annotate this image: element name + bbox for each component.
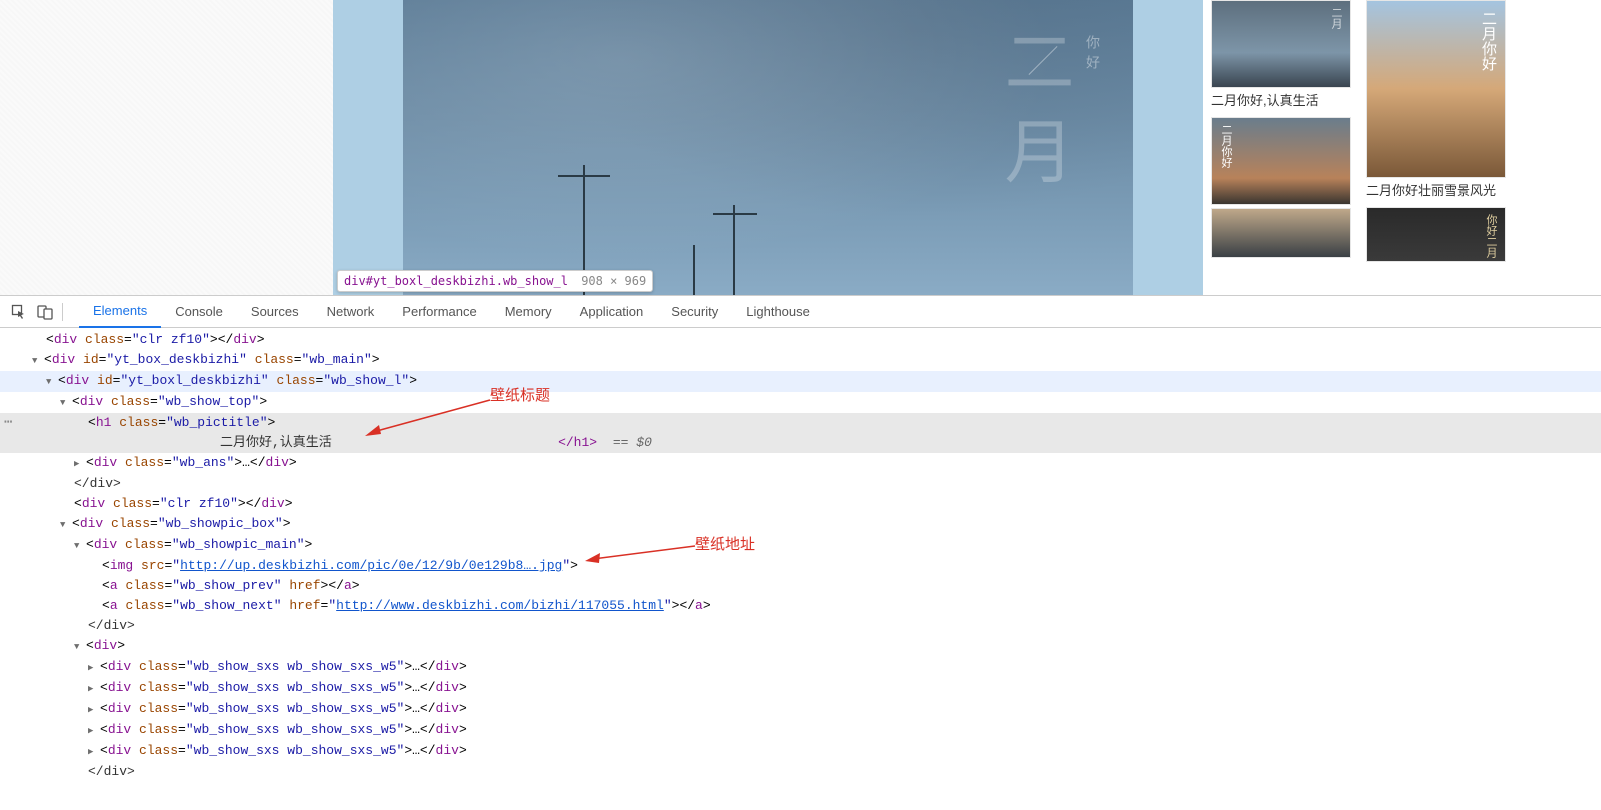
- expand-arrow-icon[interactable]: [88, 678, 100, 699]
- dom-line[interactable]: <img src="http://up.deskbizhi.com/pic/0e…: [0, 556, 1601, 576]
- dom-line[interactable]: <a class="wb_show_next" href="http://www…: [0, 596, 1601, 616]
- image-text-big: 二月: [982, 25, 1083, 205]
- devtools-panel: Elements Console Sources Network Perform…: [0, 295, 1601, 810]
- thumb-label: 二月你好壮丽雪景风光: [1366, 181, 1506, 204]
- sidebar-thumbs: 二月 二月你好,认真生活 二月你好 二月你好 二月你好壮丽雪景风光 你好二月: [1203, 0, 1601, 295]
- expand-arrow-icon[interactable]: [60, 392, 72, 413]
- elements-tree[interactable]: <div class="clr zf10"></div> <div id="yt…: [0, 328, 1601, 810]
- wallpaper-main-image[interactable]: 你好 二月: [403, 0, 1133, 295]
- tab-elements[interactable]: Elements: [79, 296, 161, 328]
- dom-line[interactable]: <div id="yt_box_deskbizhi" class="wb_mai…: [0, 350, 1601, 371]
- img-src-link[interactable]: http://up.deskbizhi.com/pic/0e/12/9b/0e1…: [180, 558, 562, 573]
- expand-arrow-icon[interactable]: [74, 636, 86, 657]
- image-text-small: 你好: [1083, 35, 1103, 75]
- dom-line[interactable]: <div class="wb_show_sxs wb_show_sxs_w5">…: [0, 720, 1601, 741]
- expand-arrow-icon[interactable]: [88, 720, 100, 741]
- thumb-item[interactable]: 二月: [1211, 0, 1351, 88]
- thumb-label: 二月你好,认真生活: [1211, 91, 1351, 114]
- page-left-blank: [0, 0, 333, 295]
- dom-line[interactable]: <div class="clr zf10"></div>: [0, 494, 1601, 514]
- dom-line[interactable]: <div class="wb_show_sxs wb_show_sxs_w5">…: [0, 678, 1601, 699]
- thumb-cn-text: 二月你好: [1478, 11, 1499, 71]
- dom-line-hovered[interactable]: ⋯<h1 class="wb_pictitle">: [0, 413, 1601, 433]
- tab-console[interactable]: Console: [161, 296, 237, 328]
- inspect-element-icon[interactable]: [6, 299, 32, 325]
- dom-line[interactable]: <a class="wb_show_prev" href></a>: [0, 576, 1601, 596]
- tab-network[interactable]: Network: [313, 296, 389, 328]
- dom-line[interactable]: <div class="wb_showpic_box">: [0, 514, 1601, 535]
- dom-line[interactable]: </div>: [0, 762, 1601, 782]
- thumb-cn-text: 二月: [1328, 7, 1344, 29]
- tab-performance[interactable]: Performance: [388, 296, 490, 328]
- dom-line[interactable]: <div class="clr zf10"></div>: [0, 330, 1601, 350]
- ellipsis-gutter-icon: ⋯: [4, 413, 12, 433]
- devtools-toolbar: Elements Console Sources Network Perform…: [0, 296, 1601, 328]
- thumb-item[interactable]: 二月你好: [1366, 0, 1506, 178]
- main-image-container: 你好 二月: [333, 0, 1203, 295]
- expand-arrow-icon[interactable]: [32, 350, 44, 371]
- tab-security[interactable]: Security: [657, 296, 732, 328]
- expand-arrow-icon[interactable]: [74, 535, 86, 556]
- device-toggle-icon[interactable]: [32, 299, 58, 325]
- element-inspect-tooltip: div#yt_boxl_deskbizhi.wb_show_l 908 × 96…: [337, 270, 653, 292]
- thumb-cn-text: 你好二月: [1483, 214, 1499, 258]
- tab-application[interactable]: Application: [566, 296, 658, 328]
- a-href-link[interactable]: http://www.deskbizhi.com/bizhi/117055.ht…: [336, 598, 664, 613]
- devtools-tabs: Elements Console Sources Network Perform…: [79, 296, 824, 328]
- tooltip-selector: div#yt_boxl_deskbizhi.wb_show_l: [344, 274, 568, 288]
- thumb-cn-text: 二月你好: [1218, 124, 1234, 168]
- dom-line[interactable]: </div>: [0, 616, 1601, 636]
- dom-line[interactable]: <div class="wb_ans">…</div>: [0, 453, 1601, 474]
- tab-lighthouse[interactable]: Lighthouse: [732, 296, 824, 328]
- dom-text-node[interactable]: 二月你好,认真生活 </h1> == $0: [0, 433, 1601, 453]
- dom-line[interactable]: <div class="wb_show_sxs wb_show_sxs_w5">…: [0, 741, 1601, 762]
- dom-line[interactable]: <div class="wb_show_top">: [0, 392, 1601, 413]
- dom-line[interactable]: <div class="wb_show_sxs wb_show_sxs_w5">…: [0, 657, 1601, 678]
- dom-line[interactable]: <div class="wb_showpic_main">: [0, 535, 1601, 556]
- dom-line[interactable]: <div class="wb_show_sxs wb_show_sxs_w5">…: [0, 699, 1601, 720]
- thumb-item[interactable]: [1211, 208, 1351, 258]
- dom-line[interactable]: <div>: [0, 636, 1601, 657]
- expand-arrow-icon[interactable]: [46, 371, 58, 392]
- expand-arrow-icon[interactable]: [60, 514, 72, 535]
- expand-arrow-icon[interactable]: [74, 453, 86, 474]
- dom-line-selected[interactable]: <div id="yt_boxl_deskbizhi" class="wb_sh…: [0, 371, 1601, 392]
- dom-line[interactable]: </div>: [0, 474, 1601, 494]
- expand-arrow-icon[interactable]: [88, 699, 100, 720]
- tooltip-dimensions: 908 × 969: [581, 274, 646, 288]
- expand-arrow-icon[interactable]: [88, 657, 100, 678]
- tab-memory[interactable]: Memory: [491, 296, 566, 328]
- expand-arrow-icon[interactable]: [88, 741, 100, 762]
- thumb-item[interactable]: 二月你好: [1211, 117, 1351, 205]
- tab-sources[interactable]: Sources: [237, 296, 313, 328]
- thumb-item[interactable]: 你好二月: [1366, 207, 1506, 262]
